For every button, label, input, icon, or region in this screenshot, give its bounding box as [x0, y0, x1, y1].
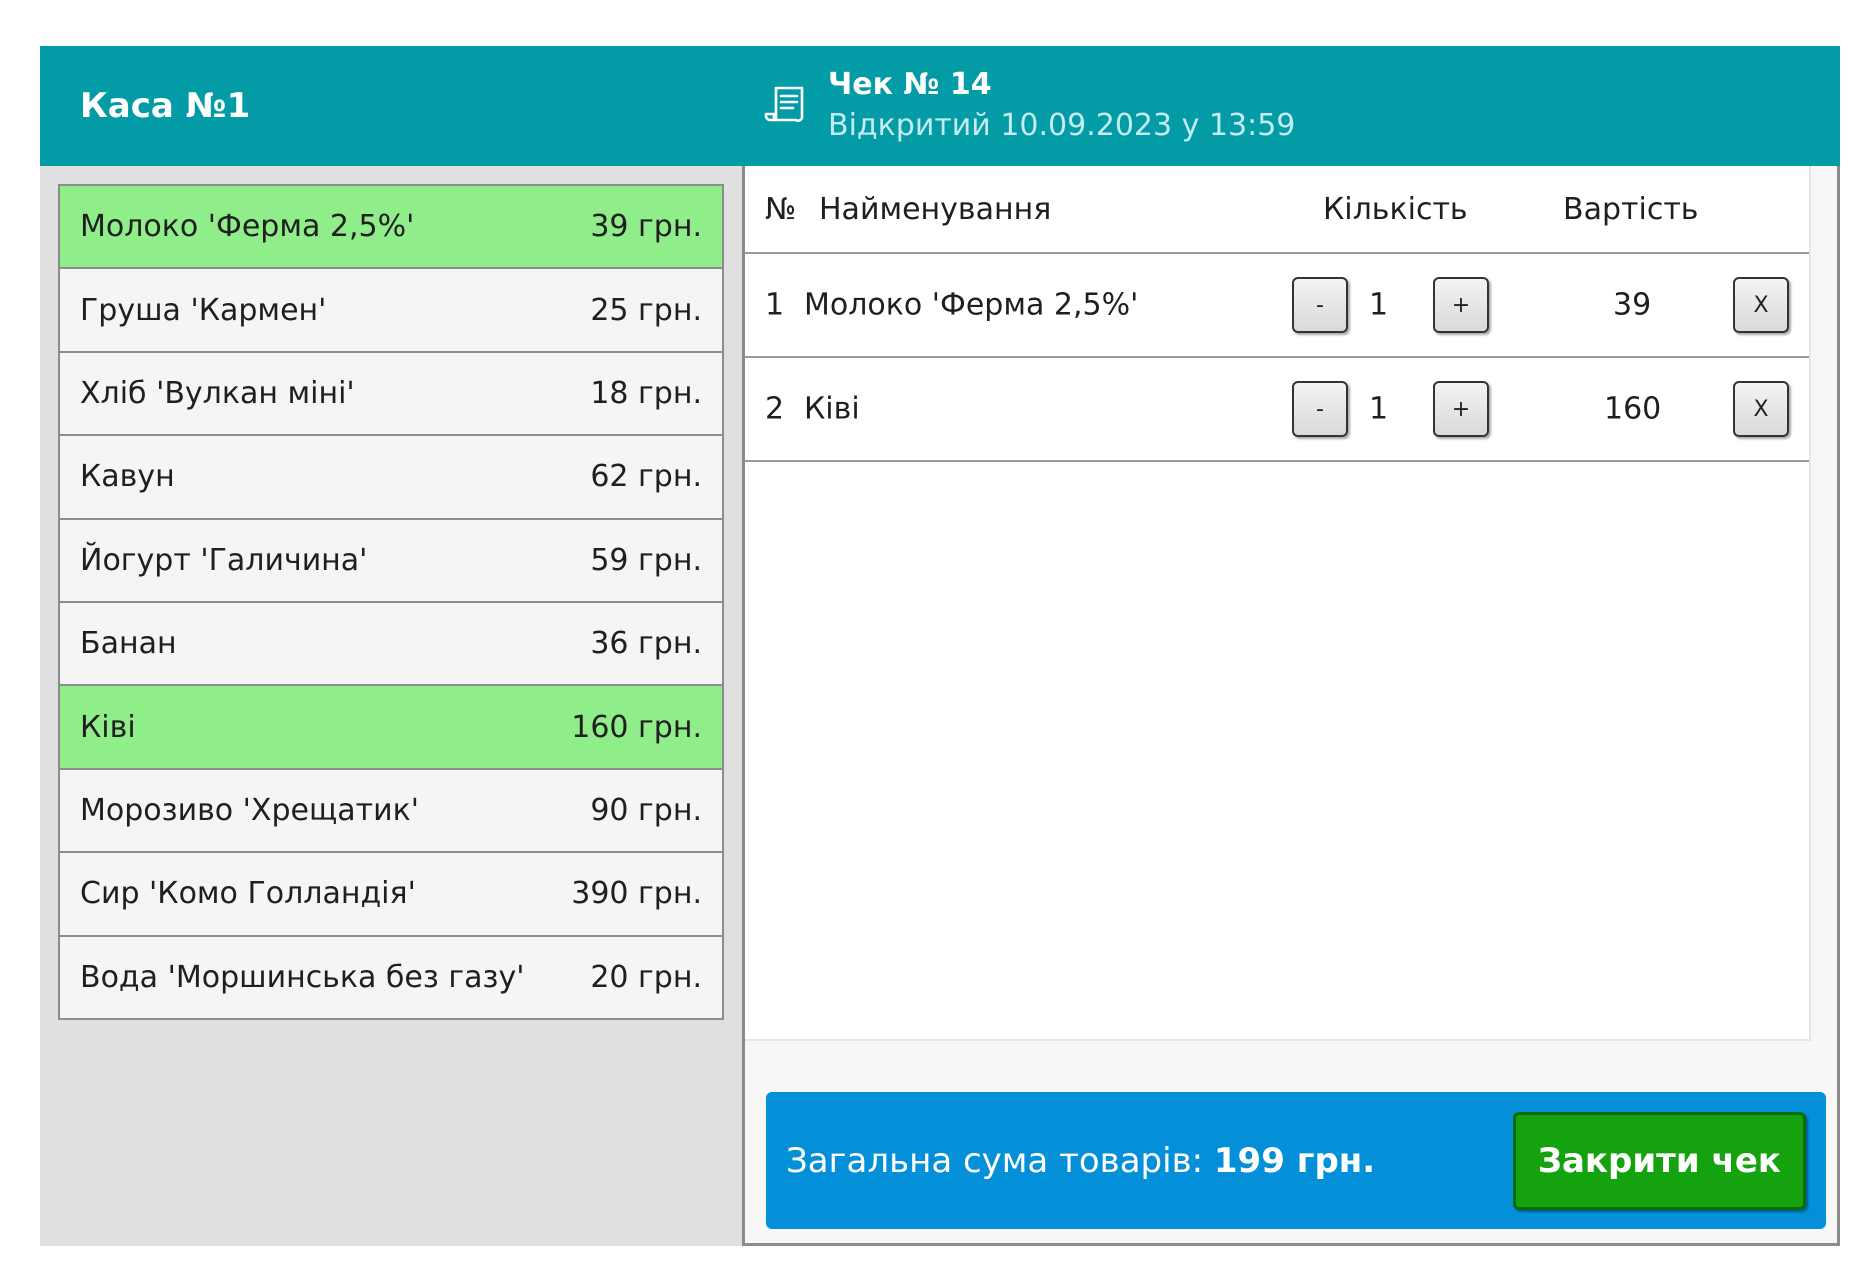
product-price: 25 грн.	[590, 292, 702, 328]
product-price: 160 грн.	[571, 709, 702, 745]
product-name: Морозиво 'Хрещатик'	[80, 792, 419, 828]
total-sum: Загальна сума товарів: 199 грн.	[786, 1141, 1375, 1181]
product-name: Сир 'Комо Голландія'	[80, 876, 416, 912]
col-header-quantity: Кількість	[1323, 191, 1468, 227]
close-receipt-button[interactable]: Закрити чек	[1512, 1111, 1806, 1210]
product-name: Вода 'Моршинська без газу'	[80, 959, 525, 995]
product-price: 62 грн.	[590, 459, 702, 495]
receipt-heading: Чек № 14 Відкритий 10.09.2023 у 13:59	[828, 65, 1295, 147]
receipt-footer: Загальна сума товарів: 199 грн. Закрити …	[766, 1092, 1826, 1229]
increase-quantity-button[interactable]: +	[1433, 381, 1489, 437]
product-name: Хліб 'Вулкан міні'	[80, 375, 355, 411]
col-header-number: №	[765, 191, 797, 227]
product-item[interactable]: Хліб 'Вулкан міні' 18 грн.	[60, 352, 722, 437]
total-value: 199 грн.	[1213, 1140, 1376, 1181]
product-item[interactable]: Ківі 160 грн.	[60, 686, 722, 770]
table-row: 2 Ківі - 1 + 160 X	[745, 358, 1809, 462]
receipt-table: № Найменування Кількість Вартість 1 Моло…	[745, 166, 1811, 1041]
product-name: Банан	[80, 626, 177, 662]
product-price: 18 грн.	[590, 375, 702, 411]
pos-app: Каса №1 Молоко 'Ферма 2,5%' 39 грн. Груш…	[40, 46, 1840, 1246]
product-item[interactable]: Кавун 62 грн.	[60, 436, 722, 520]
product-price: 39 грн.	[590, 209, 702, 245]
product-name: Груша 'Кармен'	[80, 292, 327, 328]
product-list: Молоко 'Ферма 2,5%' 39 грн. Груша 'Карме…	[58, 184, 724, 1020]
product-price: 59 грн.	[590, 542, 702, 578]
table-row: 1 Молоко 'Ферма 2,5%' - 1 + 39 X	[745, 254, 1809, 358]
row-quantity: 1	[1369, 287, 1389, 323]
product-name: Молоко 'Ферма 2,5%'	[80, 209, 415, 245]
increase-quantity-button[interactable]: +	[1433, 277, 1489, 333]
product-price: 90 грн.	[590, 792, 702, 828]
product-item[interactable]: Банан 36 грн.	[60, 602, 722, 687]
register-title: Каса №1	[80, 86, 251, 126]
row-cost: 160	[1604, 391, 1662, 427]
total-label: Загальна сума товарів:	[786, 1140, 1214, 1181]
product-name: Йогурт 'Галичина'	[80, 542, 368, 578]
product-name: Ківі	[80, 709, 136, 745]
product-panel: Каса №1 Молоко 'Ферма 2,5%' 39 грн. Груш…	[40, 46, 742, 1246]
decrease-quantity-button[interactable]: -	[1292, 277, 1348, 333]
row-number: 1	[765, 287, 785, 323]
col-header-name: Найменування	[819, 191, 1052, 227]
receipt-title: Чек № 14	[828, 67, 992, 102]
receipt-icon	[764, 86, 804, 122]
product-price: 20 грн.	[590, 959, 702, 995]
register-header: Каса №1	[40, 46, 742, 166]
table-header: № Найменування Кількість Вартість	[745, 166, 1809, 254]
product-item[interactable]: Морозиво 'Хрещатик' 90 грн.	[60, 769, 722, 854]
row-quantity: 1	[1369, 391, 1389, 427]
product-item[interactable]: Йогурт 'Галичина' 59 грн.	[60, 519, 722, 603]
product-item[interactable]: Молоко 'Ферма 2,5%' 39 грн.	[60, 186, 722, 270]
row-name: Молоко 'Ферма 2,5%'	[804, 287, 1139, 323]
remove-item-button[interactable]: X	[1733, 277, 1789, 333]
row-number: 2	[765, 391, 785, 427]
receipt-header: Чек № 14 Відкритий 10.09.2023 у 13:59	[742, 46, 1840, 166]
receipt-opened-time: Відкритий 10.09.2023 у 13:59	[828, 108, 1296, 143]
product-item[interactable]: Вода 'Моршинська без газу' 20 грн.	[60, 936, 722, 1018]
product-item[interactable]: Сир 'Комо Голландія' 390 грн.	[60, 853, 722, 937]
decrease-quantity-button[interactable]: -	[1292, 381, 1348, 437]
receipt-panel: Чек № 14 Відкритий 10.09.2023 у 13:59 № …	[742, 46, 1840, 1246]
product-item[interactable]: Груша 'Кармен' 25 грн.	[60, 269, 722, 353]
row-name: Ківі	[804, 391, 860, 427]
col-header-cost: Вартість	[1563, 191, 1699, 227]
product-price: 390 грн.	[571, 876, 702, 912]
product-name: Кавун	[80, 459, 175, 495]
row-cost: 39	[1613, 287, 1652, 323]
remove-item-button[interactable]: X	[1733, 381, 1789, 437]
product-price: 36 грн.	[590, 626, 702, 662]
